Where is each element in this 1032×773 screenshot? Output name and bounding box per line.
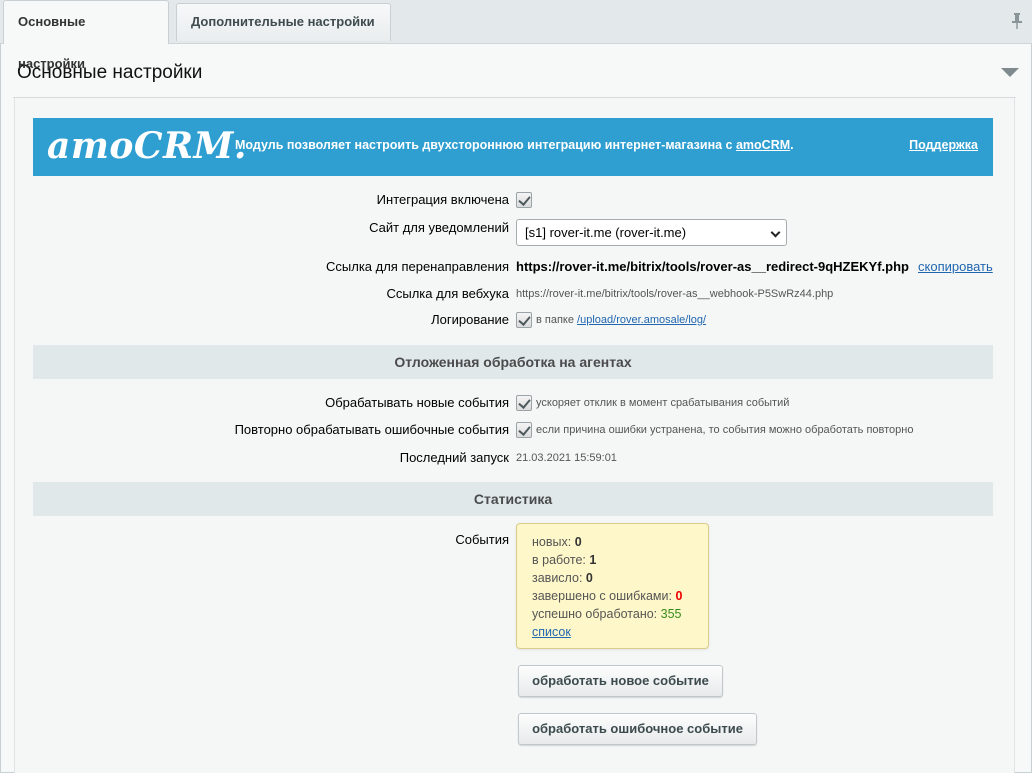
amocrm-banner: amoCRM. Модуль позволяет настроить двухс… bbox=[33, 118, 993, 176]
support-link[interactable]: Поддержка bbox=[909, 138, 978, 152]
stat-new-label: новых: bbox=[532, 535, 575, 549]
tab-bar: Основные настройки Дополнительные настро… bbox=[0, 0, 1032, 71]
new-events-label: Обрабатывать новые события bbox=[325, 395, 509, 410]
integration-label: Интеграция включена bbox=[376, 192, 509, 207]
site-select[interactable]: [s1] rover-it.me (rover-it.me) bbox=[516, 219, 787, 246]
stats-section-heading: Статистика bbox=[33, 482, 993, 516]
site-label: Сайт для уведомлений bbox=[369, 220, 509, 235]
stat-success-value: 355 bbox=[660, 607, 682, 621]
stat-success-label: успешно обработано: bbox=[532, 607, 661, 621]
redirect-url: https://rover-it.me/bitrix/tools/rover-a… bbox=[516, 259, 909, 274]
webhook-label: Ссылка для вебхука bbox=[386, 286, 509, 301]
retry-errors-label: Повторно обрабатывать ошибочные события bbox=[234, 422, 509, 437]
process-error-event-button[interactable]: обработать ошибочное событие bbox=[518, 713, 757, 745]
amocrm-link[interactable]: amoCRM bbox=[736, 138, 790, 152]
stat-errors-value: 0 bbox=[675, 589, 683, 603]
events-stats-box: новых: 0 в работе: 1 зависло: 0 завершен… bbox=[516, 523, 709, 649]
new-events-checkbox[interactable] bbox=[516, 395, 532, 411]
stat-new-value: 0 bbox=[574, 535, 582, 549]
last-run-value: 21.03.2021 15:59:01 bbox=[516, 452, 617, 464]
logging-hint-text: в папке bbox=[536, 314, 578, 326]
stat-errors: завершено с ошибками: 0 bbox=[532, 587, 693, 605]
tab-main-settings[interactable]: Основные настройки bbox=[3, 0, 169, 71]
pin-icon[interactable] bbox=[1010, 12, 1024, 30]
retry-errors-hint: если причина ошибки устранена, то событи… bbox=[536, 424, 914, 436]
logging-path-link[interactable]: /upload/rover.amosale/log/ bbox=[577, 314, 706, 326]
amocrm-logo: amoCRM. bbox=[47, 125, 247, 167]
logging-label: Логирование bbox=[431, 312, 509, 327]
banner-text-prefix: Модуль позволяет настроить двухстороннюю… bbox=[235, 138, 736, 152]
chevron-down-icon bbox=[770, 227, 781, 238]
site-select-value: [s1] rover-it.me (rover-it.me) bbox=[525, 225, 687, 240]
events-list-link[interactable]: список bbox=[532, 625, 571, 639]
process-new-event-button[interactable]: обработать новое событие bbox=[518, 665, 723, 697]
stat-errors-label: завершено с ошибками: bbox=[532, 589, 676, 603]
agents-section-heading: Отложенная обработка на агентах bbox=[33, 345, 993, 379]
webhook-url: https://rover-it.me/bitrix/tools/rover-a… bbox=[516, 288, 834, 300]
logging-hint: в папке /upload/rover.amosale/log/ bbox=[536, 314, 706, 326]
tab-additional-settings[interactable]: Дополнительные настройки bbox=[176, 3, 391, 41]
last-run-label: Последний запуск bbox=[399, 450, 509, 465]
stat-in-progress-value: 1 bbox=[589, 553, 597, 567]
stat-stuck: зависло: 0 bbox=[532, 569, 693, 587]
events-label: События bbox=[455, 532, 509, 547]
redirect-label: Ссылка для перенаправления bbox=[326, 259, 509, 274]
new-events-hint: ускоряет отклик в момент срабатывания со… bbox=[536, 397, 790, 409]
stat-success: успешно обработано: 355 bbox=[532, 605, 693, 623]
collapse-arrow-icon[interactable] bbox=[1001, 68, 1019, 77]
banner-description: Модуль позволяет настроить двухстороннюю… bbox=[235, 138, 794, 152]
stat-stuck-value: 0 bbox=[585, 571, 593, 585]
stat-new: новых: 0 bbox=[532, 533, 693, 551]
integration-checkbox[interactable] bbox=[516, 192, 532, 208]
stat-in-progress-label: в работе: bbox=[532, 553, 590, 567]
copy-link[interactable]: скопировать bbox=[918, 259, 993, 274]
logging-checkbox[interactable] bbox=[516, 312, 532, 328]
retry-errors-checkbox[interactable] bbox=[516, 422, 532, 438]
stat-stuck-label: зависло: bbox=[532, 571, 586, 585]
stat-in-progress: в работе: 1 bbox=[532, 551, 693, 569]
banner-text-suffix: . bbox=[790, 138, 794, 152]
